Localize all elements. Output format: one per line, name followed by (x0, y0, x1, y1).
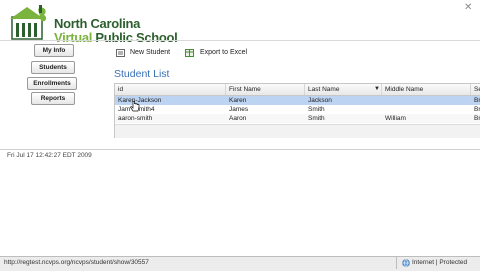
globe-icon (402, 259, 410, 267)
security-zone-label: Internet | Protected (412, 259, 468, 266)
cell-extra: Br (474, 106, 480, 113)
nav-students-button[interactable]: Students (31, 61, 75, 74)
hand-cursor-icon (130, 101, 140, 112)
column-header-last-name[interactable]: Last Name ▼ (305, 84, 382, 95)
brand-name-line2: Virtual Public School (54, 30, 178, 45)
brand-words-public-school: Public School (92, 30, 178, 45)
cell-last-name: Smith (308, 115, 325, 122)
column-header-extra[interactable]: Se (471, 84, 480, 95)
column-header-id[interactable]: id (115, 84, 226, 95)
status-divider (396, 257, 397, 269)
cell-last-name: Jackson (308, 97, 332, 104)
close-icon[interactable]: ✕ (464, 2, 476, 13)
column-header-first-name[interactable]: First Name (226, 84, 305, 95)
cell-id[interactable]: aaron-smith (115, 114, 226, 123)
table-empty-area (115, 124, 480, 138)
new-student-link[interactable]: New Student (130, 49, 170, 56)
table-header: id First Name Last Name ▼ Middle Name Se (115, 84, 480, 96)
student-table: id First Name Last Name ▼ Middle Name Se… (114, 83, 480, 138)
cell-last-name: Smith (308, 106, 325, 113)
nav-my-info-button[interactable]: My Info (34, 44, 74, 57)
cell-extra: Br (474, 115, 480, 122)
content-divider (0, 149, 480, 150)
nav-reports-button[interactable]: Reports (31, 92, 75, 105)
new-student-icon[interactable] (116, 49, 125, 57)
cell-extra: Br (474, 97, 480, 104)
status-url: http://regtest.ncvps.org/ncvps/student/s… (4, 259, 149, 266)
page-title: Student List (114, 68, 170, 80)
school-logo-icon (10, 5, 47, 40)
export-to-excel-link[interactable]: Export to Excel (200, 49, 247, 56)
column-header-last-name-label: Last Name (308, 86, 340, 93)
table-row[interactable]: aaron-smith Aaron Smith William Br (115, 114, 480, 123)
brand-word-virtual: Virtual (54, 30, 93, 45)
export-excel-icon[interactable] (185, 49, 194, 57)
cell-first-name: James (229, 106, 249, 113)
column-header-middle-name[interactable]: Middle Name (382, 84, 471, 95)
cell-first-name: Aaron (229, 115, 247, 122)
table-row[interactable]: Karen-Jackson Karen Jackson Br (115, 96, 480, 105)
cell-middle-name (382, 105, 471, 114)
cell-middle-name (382, 96, 471, 105)
cell-middle-name: William (385, 115, 406, 122)
header-divider (0, 40, 480, 41)
sort-desc-icon: ▼ (374, 86, 380, 92)
brand-name-line1: North Carolina (54, 16, 141, 31)
cell-first-name: Karen (229, 97, 247, 104)
table-row[interactable]: Jam -Smith4 James Smith Br (115, 105, 480, 114)
nav-enrollments-button[interactable]: Enrollments (27, 77, 77, 90)
last-updated-timestamp: Fri Jul 17 12:42:27 EDT 2009 (7, 152, 92, 159)
